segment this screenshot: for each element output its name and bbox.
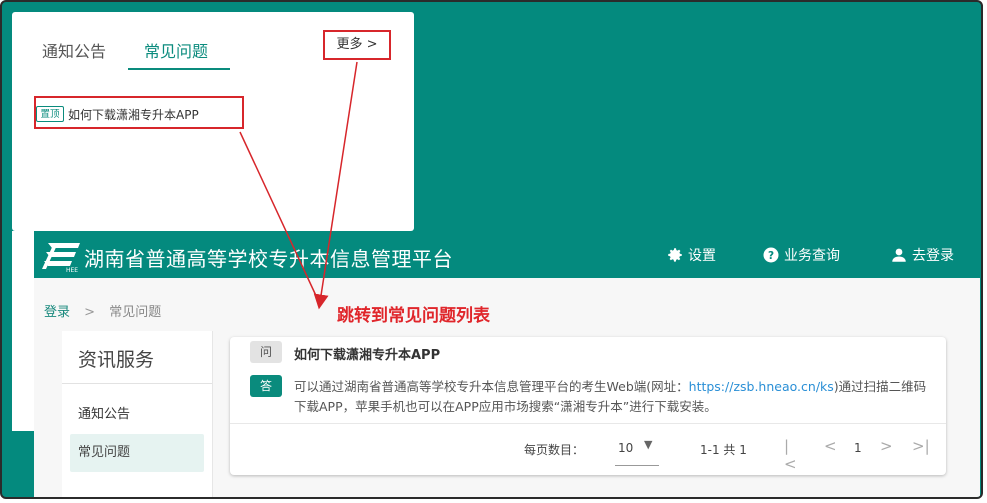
answer-badge: 答 (250, 375, 282, 397)
gear-icon (668, 248, 682, 262)
settings-button[interactable]: 设置 (666, 245, 716, 265)
faq-list-item[interactable]: 如何下载潇湘专升本APP (68, 106, 199, 123)
pinned-badge: 置顶 (36, 106, 64, 122)
question-badge: 问 (250, 341, 282, 363)
homepage-news-panel: 通知公告 常见问题 更多 > 置顶 如何下载潇湘专升本APP (12, 12, 414, 231)
user-icon (892, 248, 906, 262)
settings-label: 设置 (688, 248, 716, 264)
per-page-label: 每页数目： (524, 443, 585, 457)
answer-text-part1: 可以通过湖南省普通高等学校专升本信息管理平台的考生Web端(网址： (294, 379, 689, 394)
breadcrumb-separator: > (84, 305, 96, 320)
app-title: 湖南省普通高等学校专升本信息管理平台 (84, 247, 453, 271)
first-page-icon[interactable]: |< (784, 437, 800, 473)
answer-text: 可以通过湖南省普通高等学校专升本信息管理平台的考生Web端(网址：https:/… (294, 377, 934, 417)
breadcrumb-current: 常见问题 (109, 305, 162, 320)
platform-logo-icon: HEE (42, 243, 80, 273)
prev-page-icon[interactable]: < (824, 437, 840, 457)
breadcrumb-login-link[interactable]: 登录 (44, 305, 70, 320)
page-range: 1-1 共 1 (700, 443, 747, 457)
question-text: 如何下载潇湘专升本APP (294, 348, 441, 363)
card-divider (230, 423, 946, 424)
screenshot-frame: HEE 湖南省普通高等学校专升本信息管理平台 设置 ? 业务查询 去登录 登录 … (0, 0, 983, 499)
svg-text:?: ? (768, 250, 774, 262)
sidebar-divider (62, 383, 212, 384)
sidebar-title: 资讯服务 (78, 349, 155, 371)
annotation-text: 跳转到常见问题列表 (337, 306, 490, 326)
login-label: 去登录 (912, 248, 954, 264)
tab-faq[interactable]: 常见问题 (144, 38, 208, 62)
chevron-down-icon[interactable]: ▼ (644, 438, 652, 451)
more-button[interactable]: 更多 > (323, 30, 391, 60)
last-page-icon[interactable]: >| (912, 437, 930, 457)
per-page-underline (615, 465, 659, 466)
business-query-label: 业务查询 (784, 248, 840, 264)
tab-active-indicator (128, 68, 230, 70)
next-page-icon[interactable]: > (880, 437, 896, 457)
per-page-select[interactable]: 10 (618, 441, 633, 455)
faq-card: 问 如何下载潇湘专升本APP 答 可以通过湖南省普通高等学校专升本信息管理平台的… (230, 337, 946, 475)
sidebar-item-faq[interactable]: 常见问题 (70, 434, 204, 472)
answer-url-link[interactable]: https://zsb.hneao.cn/ks (689, 379, 834, 394)
svg-text:HEE: HEE (66, 267, 78, 273)
popup-shadow-strip (12, 231, 34, 431)
help-circle-icon: ? (763, 247, 779, 263)
breadcrumb: 登录 > 常见问题 (44, 301, 161, 320)
current-page-number[interactable]: 1 (854, 441, 862, 455)
business-query-button[interactable]: ? 业务查询 (762, 245, 840, 265)
sidebar-item-notices[interactable]: 通知公告 (78, 403, 130, 422)
app-header: HEE 湖南省普通高等学校专升本信息管理平台 设置 ? 业务查询 去登录 (34, 233, 980, 278)
login-button[interactable]: 去登录 (890, 245, 954, 265)
app-window: HEE 湖南省普通高等学校专升本信息管理平台 设置 ? 业务查询 去登录 登录 … (34, 233, 980, 497)
tab-notices[interactable]: 通知公告 (42, 38, 106, 62)
sidebar: 资讯服务 通知公告 常见问题 (62, 331, 213, 497)
